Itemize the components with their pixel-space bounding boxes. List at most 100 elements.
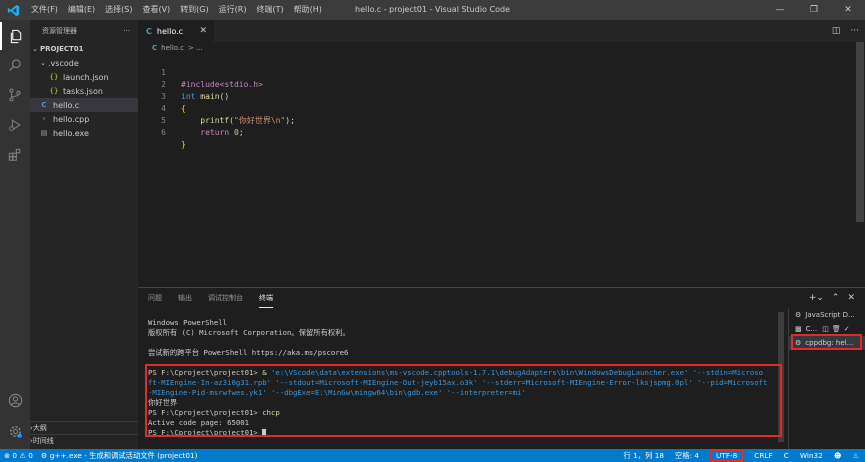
timeline-section[interactable]: › 时间线 xyxy=(30,434,138,446)
new-terminal-icon[interactable]: +⌄ xyxy=(809,293,824,303)
chevron-down-icon: ⌄ xyxy=(40,59,46,67)
code-editor[interactable]: 1 #include<stdio.h> 2 int main() 3 { 4 p… xyxy=(138,55,853,290)
terminal-scrollbar[interactable] xyxy=(778,312,784,448)
vscode-logo-icon[interactable] xyxy=(0,0,26,20)
source-control-icon[interactable] xyxy=(0,81,30,109)
file-label: launch.json xyxy=(63,72,109,82)
menu-edit[interactable]: 编辑(E) xyxy=(63,0,100,20)
file-label: hello.exe xyxy=(53,128,89,138)
minimize-icon[interactable]: — xyxy=(763,0,797,20)
timeline-label: 时间线 xyxy=(32,436,54,445)
menu-bar: 文件(F) 编辑(E) 选择(S) 查看(V) 转到(G) 运行(R) 终端(T… xyxy=(26,0,327,20)
status-right: 行 1，列 18 空格: 4 UTF-8 CRLF C Win32 ☻ ♨ xyxy=(624,449,859,462)
breadcrumb-file[interactable]: hello.c xyxy=(161,44,184,52)
language-mode[interactable]: C xyxy=(784,451,789,460)
outline-section[interactable]: › 大纲 xyxy=(30,421,138,433)
breadcrumb: C hello.c > ... xyxy=(138,42,865,54)
terminal-list-item-js[interactable]: ⚙ JavaScript D... xyxy=(789,308,865,322)
search-icon[interactable] xyxy=(0,51,30,79)
platform-status[interactable]: Win32 xyxy=(800,451,823,460)
line-number: 6 xyxy=(161,128,166,137)
restore-icon[interactable]: ❐ xyxy=(797,0,831,20)
split-terminal-icon[interactable]: ◫ xyxy=(822,325,829,333)
json-file-icon: {} xyxy=(49,87,59,95)
menu-help[interactable]: 帮助(H) xyxy=(289,0,327,20)
cursor-position[interactable]: 行 1，列 18 xyxy=(624,451,664,461)
check-icon[interactable]: ✓ xyxy=(844,325,850,333)
terminal-line: 尝试新的跨平台 PowerShell https://aka.ms/pscore… xyxy=(148,348,349,357)
terminal-icon: ▩ xyxy=(795,325,802,333)
file-hello-exe[interactable]: ▤ hello.exe xyxy=(30,126,138,140)
panel-actions: +⌄ ⌃ ✕ xyxy=(809,288,855,308)
run-debug-icon[interactable] xyxy=(0,111,30,139)
c-file-icon: C xyxy=(152,44,158,52)
menu-run[interactable]: 运行(R) xyxy=(214,0,252,20)
terminal-prompt: PS F:\Cproject\project01> xyxy=(148,368,263,377)
status-left: ⊗ 0 ⚠ 0 ⚙ g++.exe - 生成和调试活动文件 (project01… xyxy=(0,451,197,461)
terminal-list: ⚙ JavaScript D... ▩ C... ◫ 🗑 ✓ ⚙ cppdbg:… xyxy=(788,308,865,450)
code-content: return 0; xyxy=(181,127,244,139)
tab-hello-c[interactable]: C hello.c ✕ xyxy=(138,20,214,42)
vscode-folder-row[interactable]: ⌄ .vscode xyxy=(30,56,138,70)
tab-debug-console[interactable]: 调试控制台 xyxy=(208,288,243,308)
split-editor-icon[interactable]: ◫ xyxy=(832,26,841,36)
breadcrumb-separator[interactable]: > ... xyxy=(188,44,203,52)
tab-terminal[interactable]: 终端 xyxy=(259,289,273,308)
menu-selection[interactable]: 选择(S) xyxy=(100,0,137,20)
eol-status[interactable]: CRLF xyxy=(754,451,772,460)
close-icon[interactable]: ✕ xyxy=(199,26,207,36)
gear-icon: ⚙ xyxy=(40,450,50,460)
menu-view[interactable]: 查看(V) xyxy=(137,0,175,20)
terminal-prompt: PS F:\Cproject\project01> xyxy=(148,408,263,417)
terminal-argument: 'e:\VScode\data\extensions\ms-vscode.cpp… xyxy=(266,368,764,377)
tab-output[interactable]: 输出 xyxy=(178,288,192,308)
brace-token: } xyxy=(181,140,186,149)
activity-bar xyxy=(0,20,30,449)
explorer-icon[interactable] xyxy=(0,22,30,50)
terminal-line: Active code page: 65001 xyxy=(148,418,250,427)
explorer-more-icon[interactable]: ··· xyxy=(123,27,130,35)
terminal-output[interactable]: Windows PowerShell 版权所有 (C) Microsoft Co… xyxy=(148,318,788,438)
terminal-prompt: PS F:\Cproject\project01> xyxy=(148,428,263,437)
indentation[interactable]: 空格: 4 xyxy=(675,451,699,461)
terminal-line: PS F:\Cproject\project01> & 'e:\VScode\d… xyxy=(148,368,788,378)
editor-actions: ◫ ··· xyxy=(832,20,859,42)
more-actions-icon[interactable]: ··· xyxy=(850,26,859,36)
settings-gear-icon[interactable] xyxy=(0,417,30,445)
explorer-title: 资源管理器 xyxy=(42,27,77,35)
project-folder-row[interactable]: ⌄ PROJECT01 xyxy=(30,42,138,56)
terminal-list-item-c[interactable]: ▩ C... ◫ 🗑 ✓ xyxy=(789,322,865,336)
json-file-icon: {} xyxy=(49,73,59,81)
punct-token: ; xyxy=(238,128,244,137)
terminal-line: -MIEngine-Pid-msrwfwes.yk1' '--dbgExe=E:… xyxy=(148,388,526,397)
task-status[interactable]: ⚙ g++.exe - 生成和调试活动文件 (project01) xyxy=(41,451,198,461)
file-launch-json[interactable]: {} launch.json xyxy=(30,70,138,84)
feedback-icon[interactable]: ☻ xyxy=(834,451,842,460)
scrollbar-thumb[interactable] xyxy=(778,312,784,442)
close-panel-icon[interactable]: ✕ xyxy=(847,293,855,303)
menu-terminal[interactable]: 终端(T) xyxy=(251,0,288,20)
menu-go[interactable]: 转到(G) xyxy=(175,0,213,20)
terminal-cursor xyxy=(262,429,267,437)
trash-icon[interactable]: 🗑 xyxy=(832,325,841,333)
terminal-list-item-cppdbg[interactable]: ⚙ cppdbg: hel... xyxy=(789,336,865,350)
scrollbar-thumb[interactable] xyxy=(856,42,864,222)
extensions-icon[interactable] xyxy=(0,141,30,169)
close-window-icon[interactable]: ✕ xyxy=(831,0,865,20)
encoding-status[interactable]: UTF-8 xyxy=(710,449,744,462)
tab-problems[interactable]: 问题 xyxy=(148,288,162,308)
account-icon[interactable] xyxy=(0,386,30,414)
notifications-bell-icon[interactable]: ♨ xyxy=(852,451,859,460)
file-label: hello.c xyxy=(53,100,80,110)
file-tasks-json[interactable]: {} tasks.json xyxy=(30,84,138,98)
code-line: 5 return 0; xyxy=(138,103,853,137)
menu-file[interactable]: 文件(F) xyxy=(26,0,63,20)
maximize-panel-icon[interactable]: ⌃ xyxy=(832,293,840,303)
terminal-line: PS F:\Cproject\project01> xyxy=(148,428,788,438)
file-hello-c[interactable]: C hello.c xyxy=(30,98,138,112)
problems-status[interactable]: ⊗ 0 ⚠ 0 xyxy=(4,451,33,460)
explorer-header: 资源管理器 ··· xyxy=(30,20,138,42)
editor-scrollbar[interactable] xyxy=(853,42,865,282)
vscode-folder-label: .vscode xyxy=(48,58,79,68)
file-hello-cpp[interactable]: ⚬ hello.cpp xyxy=(30,112,138,126)
